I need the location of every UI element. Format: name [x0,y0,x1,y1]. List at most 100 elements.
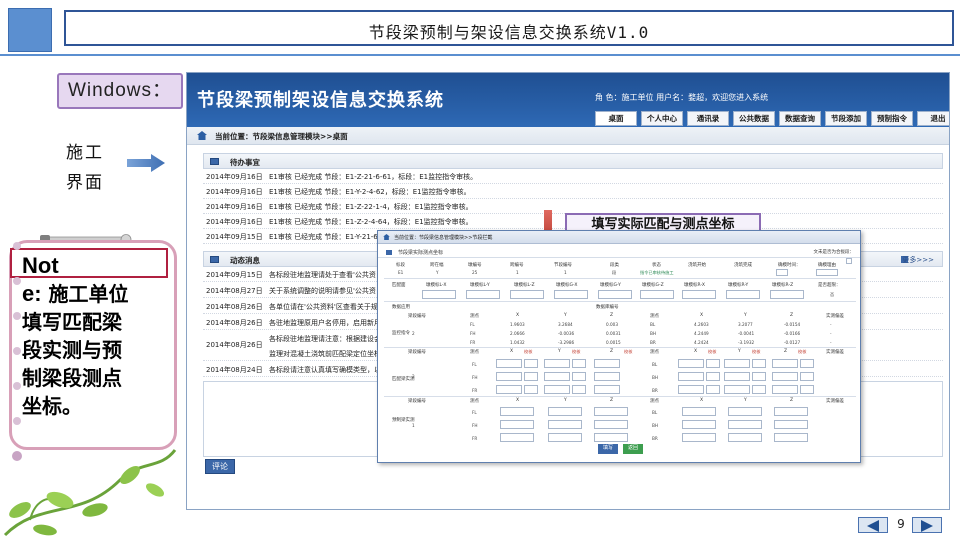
coord-input[interactable] [594,420,628,429]
home-icon[interactable] [383,234,390,240]
coord-input[interactable] [682,433,716,442]
coord-input[interactable] [500,407,534,416]
coord-input[interactable] [594,385,620,394]
calc-link[interactable]: 校核 [572,349,580,355]
coord-input[interactable] [752,385,766,394]
coord-input[interactable] [682,290,716,299]
nav-public-data[interactable]: 公共数据 [733,111,775,126]
nav-contacts[interactable]: 通讯录 [687,111,729,126]
nav-personal[interactable]: 个人中心 [641,111,683,126]
todo-row[interactable]: 2014年09月16日 E1审核 已经完成 节段：E1-Z-21-6-61，标段：… [203,169,943,184]
coord-input[interactable] [774,407,808,416]
nav-desktop[interactable]: 桌面 [595,111,637,126]
coord-input[interactable] [682,420,716,429]
closure-checkbox[interactable] [846,258,852,264]
coord-input[interactable] [554,290,588,299]
back-button[interactable]: 返回 [623,444,643,454]
comment-button[interactable]: 评论 [205,459,235,474]
coord-input[interactable] [772,359,798,368]
coord-input[interactable] [724,385,750,394]
coord-input[interactable] [548,420,582,429]
coord-input[interactable] [572,372,586,381]
coord-input[interactable] [800,372,814,381]
nav-precast-command[interactable]: 预制指令 [871,111,913,126]
coord-input[interactable] [524,359,538,368]
coord-input[interactable] [678,372,704,381]
coord-input[interactable] [706,385,720,394]
coord-input[interactable] [466,290,500,299]
news-text[interactable]: 关于系统调整的说明请参见'公共资 [269,286,376,296]
todo-text[interactable]: E1审核 已经完成 节段：E1-Z-2-4-64，标段：E1监控指令审核。 [269,217,473,227]
calc-link[interactable]: 校核 [798,349,806,355]
todo-row[interactable]: 2014年09月16日 E1审核 已经完成 节段：E1-Y-2-4-62，标段：E… [203,184,943,199]
coord-input[interactable] [800,385,814,394]
coord-input[interactable] [496,359,522,368]
coord-input[interactable] [548,407,582,416]
prev-slide-button[interactable] [858,517,888,533]
coord-input[interactable] [752,359,766,368]
coord-input[interactable] [800,359,814,368]
fill-button[interactable]: 填写 [598,444,618,454]
calc-link[interactable]: 校核 [708,349,716,355]
coord-input[interactable] [572,385,586,394]
coord-input[interactable] [752,372,766,381]
coord-input[interactable] [724,359,750,368]
nav-segment-add[interactable]: 节段添加 [825,111,867,126]
coord-input[interactable] [594,359,620,368]
coord-input[interactable] [772,372,798,381]
todo-text[interactable]: E1审核 已经完成 节段：E1-Y-2-4-62，标段：E1监控指令审核。 [269,187,471,197]
coord-input[interactable] [682,407,716,416]
coord-input[interactable] [640,290,674,299]
coord-input[interactable] [772,385,798,394]
calc-link[interactable]: 校核 [752,349,760,355]
news-text[interactable]: 各驻地监理原用户名停用，启用新用 [269,318,381,328]
coord-input[interactable] [544,372,570,381]
coord-input[interactable] [598,290,632,299]
coord-input[interactable] [524,372,538,381]
coord-input[interactable] [724,372,750,381]
coord-input[interactable] [572,359,586,368]
coord-input[interactable] [770,290,804,299]
coord-input[interactable] [510,290,544,299]
coord-input[interactable] [726,290,760,299]
todo-text[interactable]: E1审核 已经完成 节段：E1-Y-21-6 [269,232,378,242]
coord-input[interactable] [728,407,762,416]
news-text[interactable]: 各标段请注意认真填写确模类型，以 [269,365,381,375]
coord-input[interactable] [594,407,628,416]
news-text[interactable]: 监理对混凝土浇筑前匹配梁定位坐标 [269,349,381,359]
news-text[interactable]: 各标段驻地监理请注意：根据建设会 [269,334,381,344]
coord-input[interactable] [678,385,704,394]
coord-input[interactable] [728,433,762,442]
more-link[interactable]: 更多>>> [902,255,934,265]
coord-input[interactable] [594,372,620,381]
coord-input[interactable] [500,420,534,429]
mold-reason-input[interactable] [816,269,838,276]
calc-link[interactable]: 校核 [624,349,632,355]
todo-text[interactable]: E1审核 已经完成 节段：E1-Z-22-1-4，标段：E1监控指令审核。 [269,202,473,212]
mold-time-input[interactable] [776,269,788,276]
coord-input[interactable] [728,420,762,429]
coord-input[interactable] [678,359,704,368]
todo-row[interactable]: 2014年09月16日 E1审核 已经完成 节段：E1-Z-22-1-4，标段：E… [203,199,943,214]
nav-logout[interactable]: 退出 [917,111,949,126]
coord-input[interactable] [544,359,570,368]
coord-input[interactable] [496,372,522,381]
coord-input[interactable] [548,433,582,442]
coord-input[interactable] [774,433,808,442]
coord-input[interactable] [496,385,522,394]
news-text[interactable]: 各单位请在'公共资料'区查看关于规 [269,302,378,312]
coord-input[interactable] [706,359,720,368]
coord-input[interactable] [774,420,808,429]
coord-input[interactable] [544,385,570,394]
coord-input[interactable] [500,433,534,442]
coord-input[interactable] [524,385,538,394]
next-slide-button[interactable] [912,517,942,533]
calc-link[interactable]: 校核 [524,349,532,355]
coord-input[interactable] [422,290,456,299]
coord-input[interactable] [706,372,720,381]
nav-data-query[interactable]: 数据查询 [779,111,821,126]
coord-input[interactable] [594,433,628,442]
home-icon[interactable] [197,131,207,140]
todo-text[interactable]: E1审核 已经完成 节段：E1-Z-21-6-61，标段：E1监控指令审核。 [269,172,477,182]
news-text[interactable]: 各标段驻地监理请处于查看'公共资 [269,270,376,280]
